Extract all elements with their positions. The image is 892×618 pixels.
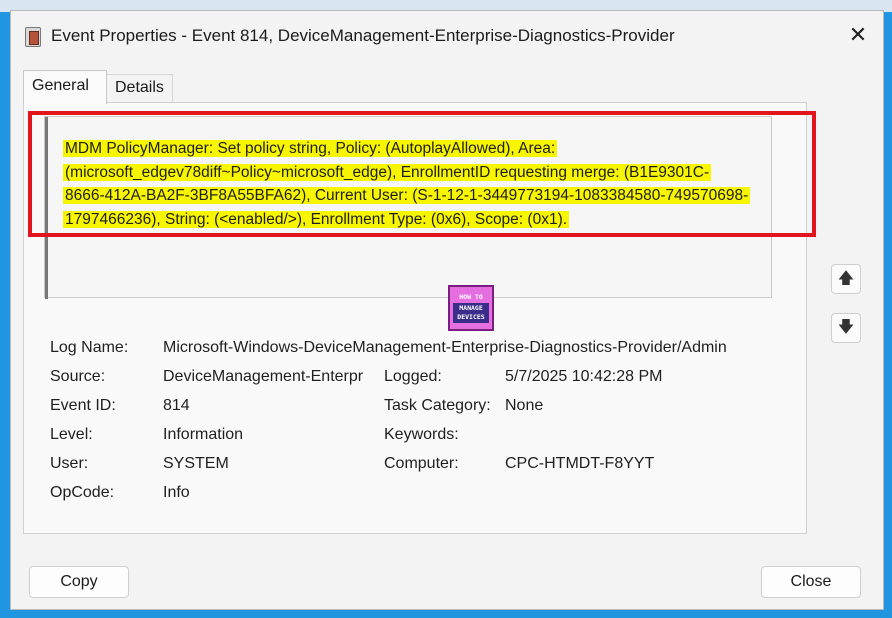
- event-description-box[interactable]: MDM PolicyManager: Set policy string, Po…: [44, 116, 773, 299]
- logo-top-text: HOW TO: [459, 293, 483, 301]
- log-name-label: Log Name:: [50, 339, 129, 356]
- description-line: (microsoft_edgev78diff~Policy~microsoft_…: [63, 163, 712, 181]
- keywords-label: Keywords:: [384, 426, 459, 443]
- close-button[interactable]: Close: [761, 566, 861, 598]
- title-bar: Event Properties - Event 814, DeviceMana…: [11, 11, 883, 61]
- opcode-label: OpCode:: [50, 484, 115, 501]
- logged-value: 5/7/2025 10:42:28 PM: [505, 368, 663, 385]
- computer-label: Computer:: [384, 455, 459, 472]
- task-category-value: None: [505, 397, 544, 414]
- event-description: MDM PolicyManager: Set policy string, Po…: [63, 137, 773, 231]
- user-value: SYSTEM: [163, 455, 229, 472]
- log-name-value: Microsoft-Windows-DeviceManagement-Enter…: [163, 339, 727, 356]
- description-line: MDM PolicyManager: Set policy string, Po…: [63, 140, 558, 157]
- event-id-label: Event ID:: [50, 397, 116, 414]
- window-title: Event Properties - Event 814, DeviceMana…: [51, 26, 675, 45]
- field-row-source: Source: DeviceManagement-Enterpr Logged:…: [50, 368, 790, 390]
- field-row-event-id: Event ID: 814 Task Category: None: [50, 397, 790, 419]
- event-id-value: 814: [163, 397, 190, 414]
- tab-general[interactable]: General: [23, 70, 107, 104]
- field-row-log-name: Log Name: Microsoft-Windows-DeviceManage…: [50, 339, 790, 361]
- opcode-value: Info: [163, 484, 190, 501]
- event-viewer-icon: [25, 27, 41, 47]
- source-label: Source:: [50, 368, 106, 385]
- logo-bottom-text: MANAGE DEVICES: [453, 303, 489, 323]
- level-value: Information: [163, 426, 244, 443]
- user-label: User:: [50, 455, 89, 472]
- field-row-level: Level: Information Keywords:: [50, 426, 790, 448]
- close-window-button[interactable]: ✕: [845, 22, 871, 48]
- level-label: Level:: [50, 426, 93, 443]
- previous-event-button[interactable]: 🡅: [831, 264, 861, 294]
- general-panel: MDM PolicyManager: Set policy string, Po…: [23, 102, 816, 534]
- task-category-label: Task Category:: [384, 397, 491, 414]
- tab-details[interactable]: Details: [107, 74, 173, 102]
- description-line: 8666-412A-BA2F-3BF8A55BFA62), Current Us…: [63, 187, 751, 204]
- next-event-button[interactable]: 🡇: [831, 313, 861, 343]
- logged-label: Logged:: [384, 368, 442, 385]
- copy-button[interactable]: Copy: [29, 566, 129, 598]
- howto-manage-devices-logo: HOW TO MANAGE DEVICES: [448, 285, 494, 331]
- description-margin-bar: [45, 117, 48, 299]
- computer-value: CPC-HTMDT-F8YYT: [505, 455, 655, 472]
- event-properties-dialog: Event Properties - Event 814, DeviceMana…: [10, 10, 884, 610]
- field-row-user: User: SYSTEM Computer: CPC-HTMDT-F8YYT: [50, 455, 790, 477]
- field-row-opcode: OpCode: Info: [50, 484, 790, 506]
- description-line: 1797466236), String: (<enabled/>), Enrol…: [63, 210, 570, 228]
- source-value: DeviceManagement-Enterpr: [163, 368, 364, 385]
